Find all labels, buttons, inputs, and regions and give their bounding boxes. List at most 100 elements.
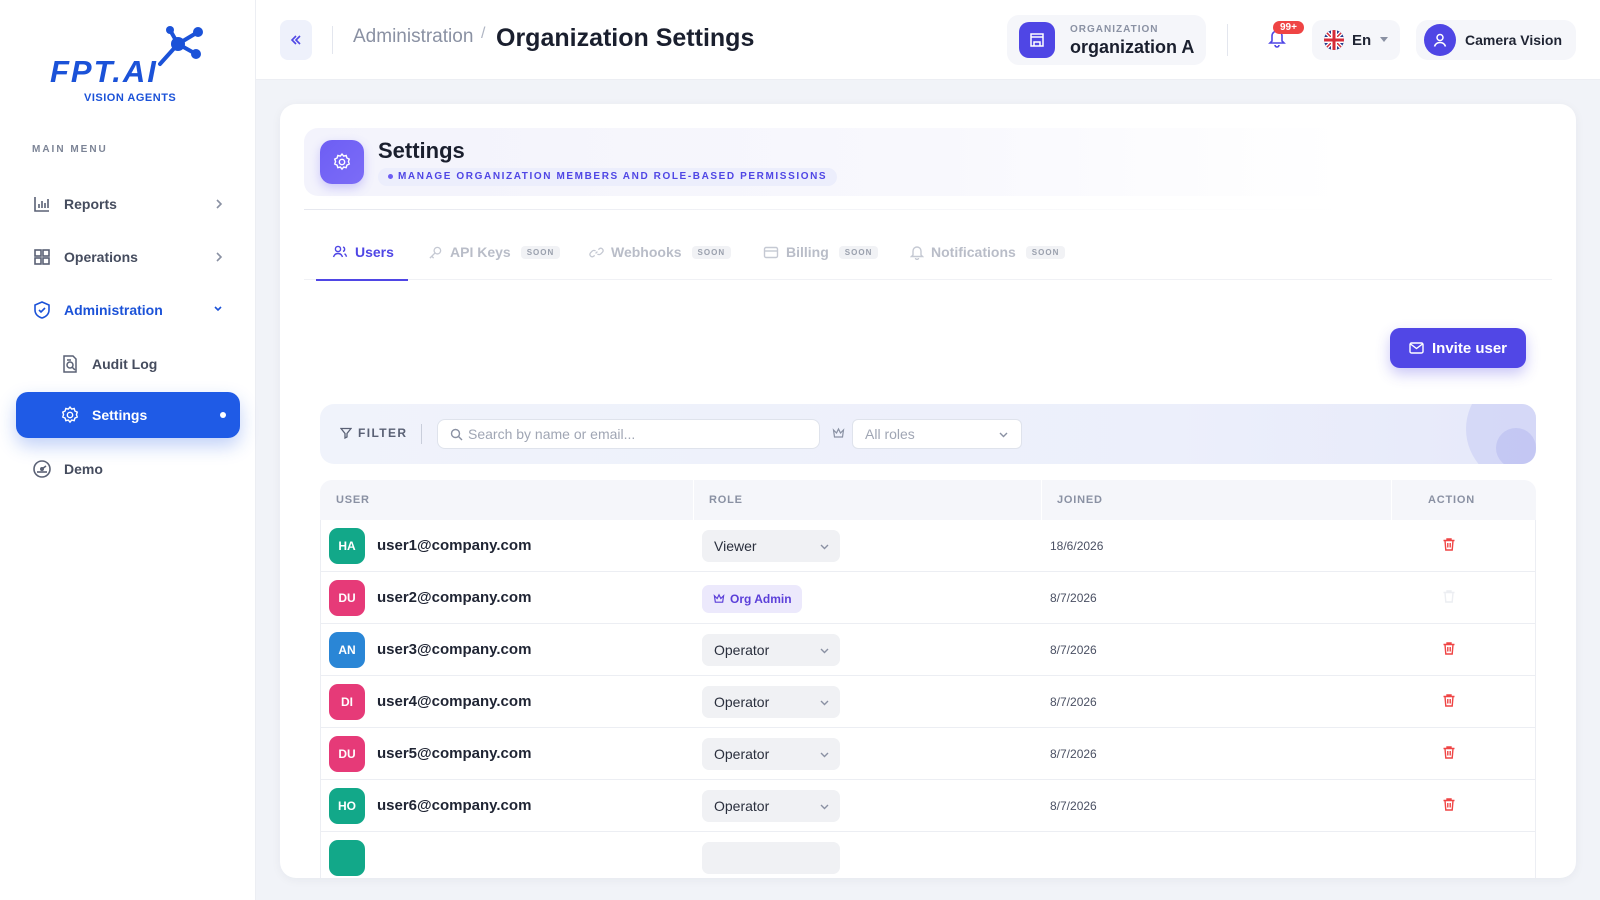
- trash-icon[interactable]: [1442, 745, 1456, 760]
- role-select[interactable]: [702, 842, 840, 874]
- filter-icon: [340, 427, 352, 439]
- users-table: USER ROLE JOINED ACTION HA user1@company…: [320, 480, 1536, 878]
- breadcrumb-parent[interactable]: Administration: [353, 26, 473, 48]
- sidebar-item-label: Settings: [92, 407, 148, 423]
- notification-badge: 99+: [1273, 21, 1304, 34]
- user-menu[interactable]: Camera Vision: [1416, 20, 1576, 60]
- org-name: organization A: [1070, 37, 1195, 57]
- tab-label: Users: [355, 244, 394, 260]
- chevron-right-icon: [216, 252, 223, 262]
- avatar: [329, 840, 365, 876]
- search-box: [437, 419, 820, 449]
- sidebar-item-audit-log[interactable]: Audit Log: [16, 341, 240, 387]
- tab-api-keys[interactable]: API Keys SOON: [428, 224, 561, 280]
- language-selector[interactable]: En: [1312, 20, 1400, 60]
- sidebar-item-demo[interactable]: Demo: [16, 446, 240, 492]
- column-divider: [693, 480, 694, 520]
- trash-icon[interactable]: [1442, 797, 1456, 812]
- chevrons-left-icon: [290, 35, 301, 45]
- settings-card: Settings MANAGE ORGANIZATION MEMBERS AND…: [280, 104, 1576, 878]
- tab-notifications[interactable]: Notifications SOON: [910, 224, 1066, 280]
- section-title: Settings: [378, 138, 465, 163]
- user-icon: [1424, 24, 1456, 56]
- user-email: user5@company.com: [377, 745, 532, 762]
- breadcrumb-separator: /: [481, 25, 486, 42]
- filter-label: FILTER: [340, 426, 408, 440]
- trash-icon-disabled: [1443, 590, 1455, 603]
- role-select[interactable]: Viewer: [702, 530, 840, 562]
- role-value: Org Admin: [730, 592, 792, 606]
- sidebar-item-settings[interactable]: Settings: [16, 392, 240, 438]
- tab-billing[interactable]: Billing SOON: [763, 224, 879, 280]
- grid-icon: [32, 247, 52, 267]
- sidebar-item-reports[interactable]: Reports: [16, 181, 240, 227]
- role-value: Viewer: [714, 538, 757, 554]
- user-email: user4@company.com: [377, 693, 532, 710]
- sidebar-item-administration[interactable]: Administration: [16, 287, 240, 333]
- page-title: Organization Settings: [496, 24, 755, 52]
- crown-icon: [713, 593, 725, 603]
- section-divider: [304, 209, 1344, 210]
- tab-label: Webhooks: [611, 244, 682, 260]
- role-select[interactable]: Operator: [702, 790, 840, 822]
- soon-badge: SOON: [520, 245, 561, 259]
- caret-down-icon: [1380, 37, 1388, 42]
- uk-flag-icon: [1324, 30, 1344, 50]
- user-email: user3@company.com: [377, 641, 532, 658]
- avatar: DI: [329, 684, 365, 720]
- avatar: HA: [329, 528, 365, 564]
- soon-badge: SOON: [838, 245, 879, 259]
- avatar: AN: [329, 632, 365, 668]
- organization-selector[interactable]: ORGANIZATION organization A: [1007, 15, 1206, 65]
- table-row: HA user1@company.com Viewer 18/6/2026: [320, 520, 1536, 572]
- user-email: user2@company.com: [377, 589, 532, 606]
- chevron-down-icon: [214, 306, 222, 312]
- role-select[interactable]: Operator: [702, 738, 840, 770]
- user-name: Camera Vision: [1465, 32, 1563, 48]
- trash-icon[interactable]: [1442, 537, 1456, 552]
- tab-users[interactable]: Users: [316, 224, 408, 281]
- role-select[interactable]: Operator: [702, 634, 840, 666]
- filter-divider: [421, 424, 422, 444]
- invite-label: Invite user: [1431, 339, 1508, 357]
- table-header: USER ROLE JOINED ACTION: [320, 480, 1536, 520]
- search-input[interactable]: [468, 420, 813, 448]
- joined-date: 8/7/2026: [1050, 643, 1097, 657]
- trash-icon[interactable]: [1442, 641, 1456, 656]
- role-select[interactable]: Operator: [702, 686, 840, 718]
- invite-user-button[interactable]: Invite user: [1390, 328, 1526, 368]
- user-email: user1@company.com: [377, 537, 532, 554]
- role-value: Operator: [714, 798, 770, 814]
- shield-check-icon: [32, 300, 52, 320]
- sidebar-item-label: Audit Log: [92, 356, 158, 372]
- table-row: DU user5@company.com Operator 8/7/2026: [320, 728, 1536, 780]
- collapse-sidebar-button[interactable]: [280, 20, 312, 60]
- avatar: DU: [329, 580, 365, 616]
- soon-badge: SOON: [1025, 245, 1066, 259]
- table-row: DI user4@company.com Operator 8/7/2026: [320, 676, 1536, 728]
- section-header: Settings MANAGE ORGANIZATION MEMBERS AND…: [304, 128, 1344, 196]
- chevron-down-icon: [820, 752, 829, 758]
- sidebar-item-operations[interactable]: Operations: [16, 234, 240, 280]
- document-search-icon: [60, 354, 80, 374]
- tab-label: API Keys: [450, 244, 511, 260]
- store-icon: [1019, 22, 1055, 58]
- users-icon: [332, 245, 348, 258]
- sidebar-item-label: Demo: [64, 461, 103, 477]
- column-header-joined: JOINED: [1057, 494, 1103, 506]
- chevron-down-icon: [820, 700, 829, 706]
- tab-webhooks[interactable]: Webhooks SOON: [589, 224, 732, 280]
- trash-icon[interactable]: [1442, 693, 1456, 708]
- role-value: Operator: [714, 694, 770, 710]
- column-header-role: ROLE: [709, 494, 743, 506]
- role-value: Operator: [714, 642, 770, 658]
- credit-card-icon: [763, 246, 779, 258]
- joined-date: 8/7/2026: [1050, 747, 1097, 761]
- sidebar-item-label: Administration: [64, 302, 163, 318]
- section-subtitle: MANAGE ORGANIZATION MEMBERS AND ROLE-BAS…: [378, 168, 838, 186]
- menu-title: MAIN MENU: [32, 144, 108, 155]
- decoration: [1496, 428, 1536, 464]
- brand-logo[interactable]: FPT.AI VISION AGENTS: [50, 24, 206, 108]
- role-filter-select[interactable]: All roles: [852, 419, 1022, 449]
- chevron-down-icon: [820, 544, 829, 550]
